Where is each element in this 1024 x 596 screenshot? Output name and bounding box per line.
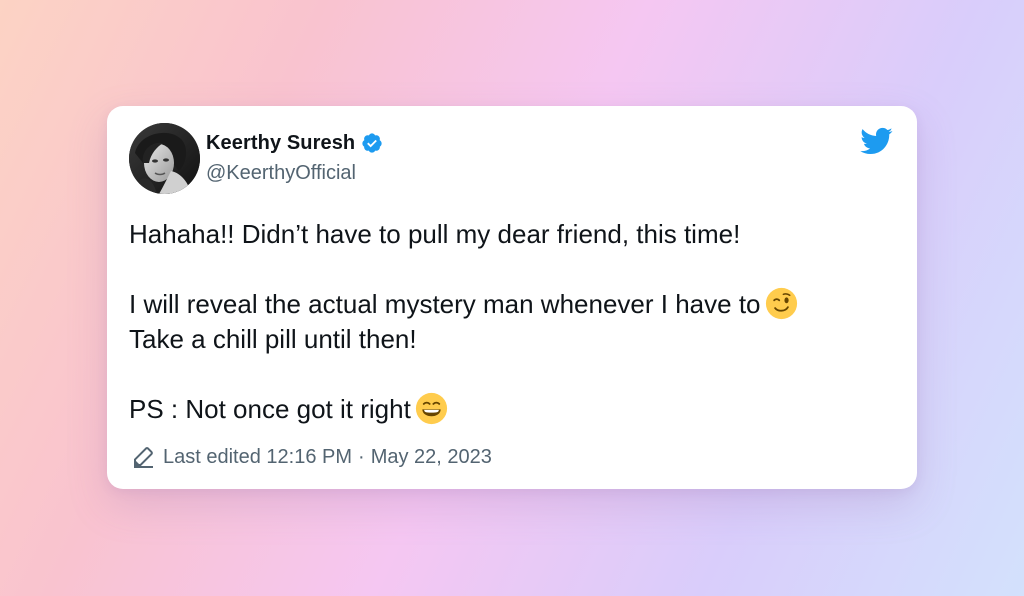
author-handle[interactable]: @KeerthyOfficial [206, 162, 356, 185]
tweet-line: PS : Not once got it right [129, 392, 899, 427]
author-name-row[interactable]: Keerthy Suresh [206, 130, 383, 156]
twitter-bird-icon[interactable] [859, 126, 893, 156]
winking-face-emoji [765, 287, 797, 320]
edited-info[interactable]: Last edited 12:16 PM · May 22, 2023 [131, 445, 492, 469]
pencil-icon [134, 447, 153, 468]
tweet-line: Hahaha!! Didn’t have to pull my dear fri… [129, 219, 741, 249]
author-display-name[interactable]: Keerthy Suresh [206, 132, 355, 155]
edited-time: 12:16 PM [266, 445, 353, 468]
tweet-line: Take a chill pill until then! [129, 324, 417, 354]
grinning-squinting-face-emoji [415, 392, 447, 425]
tweet-card: Keerthy Suresh @KeerthyOfficial Hahaha!!… [107, 106, 917, 489]
meta-separator: · [358, 445, 365, 468]
edited-date: May 22, 2023 [370, 445, 492, 468]
avatar[interactable] [129, 123, 200, 194]
avatar-photo [129, 123, 200, 194]
edited-label: Last edited [163, 445, 261, 468]
tweet-text: Hahaha!! Didn’t have to pull my dear fri… [129, 217, 899, 427]
verified-badge-icon [362, 133, 382, 153]
tweet-line: I will reveal the actual mystery man whe… [129, 287, 899, 322]
